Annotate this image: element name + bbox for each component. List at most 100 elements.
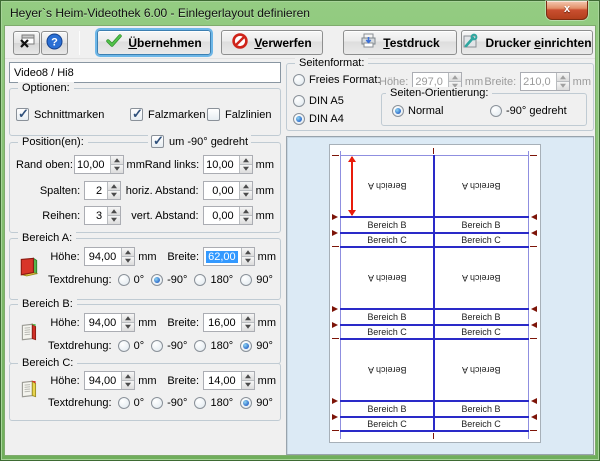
spinner-buttons[interactable]	[238, 182, 252, 199]
seiten-breite-input: 210,0	[520, 72, 570, 91]
mm-unit: mm	[138, 250, 157, 263]
fold-mark	[332, 414, 338, 420]
discard-button[interactable]: Verwerfen	[221, 30, 323, 55]
mm-unit: mm	[257, 250, 276, 263]
radio-0deg[interactable]: 0°	[117, 397, 144, 409]
spinner-buttons[interactable]	[238, 156, 252, 173]
apply-button[interactable]: Übernehmen	[97, 30, 211, 55]
radio-0deg[interactable]: 0°	[117, 340, 144, 352]
falzmarken-checkbox[interactable]	[130, 106, 143, 122]
testprint-label: Testdruck	[383, 35, 440, 50]
spalten-input[interactable]: 2	[84, 181, 122, 200]
radio-freies-format[interactable]: Freies Format:	[293, 74, 381, 86]
radio-90deg[interactable]: 90°	[240, 274, 273, 286]
radio-180deg[interactable]: 180°	[194, 397, 233, 409]
bereich-c-breite-input[interactable]: 14,00	[203, 371, 255, 390]
schnittmarken-checkbox[interactable]	[16, 106, 29, 122]
seitenformat-legend: Seitenformat:	[295, 57, 369, 69]
block-icon	[232, 33, 249, 52]
radio-0deg[interactable]: 0°	[117, 274, 144, 286]
fold-mark	[531, 214, 537, 220]
spinner-buttons[interactable]	[240, 372, 254, 389]
mm-unit: mm	[255, 158, 274, 171]
checkbox-falzlinien[interactable]: Falzlinien	[207, 108, 271, 121]
spinner-buttons[interactable]	[240, 314, 254, 331]
rand-links-input[interactable]: 10,00	[203, 155, 253, 174]
spalten-label: Spalten:	[39, 184, 81, 197]
radio-minus90-gedreht[interactable]: -90° gedreht	[490, 105, 567, 117]
preview-area-b: Bereich B	[461, 312, 501, 322]
spinner-buttons[interactable]	[107, 182, 121, 199]
testprint-button[interactable]: Testdruck	[343, 30, 457, 55]
rand-oben-input[interactable]: 10,00	[74, 155, 124, 174]
checkbox-schnittmarken[interactable]: Schnittmarken	[16, 106, 104, 122]
bereich-b-hoehe-input[interactable]: 94,00	[83, 313, 136, 332]
cut-mark	[530, 338, 537, 339]
radio-180deg[interactable]: 180°	[194, 340, 233, 352]
mm-unit: mm	[138, 316, 157, 329]
preview-area-c: Bereich C	[461, 327, 501, 337]
spinner-buttons[interactable]	[121, 248, 135, 265]
reihen-input[interactable]: 3	[84, 206, 122, 225]
discard-label: Verwerfen	[254, 35, 312, 50]
cut-mark	[433, 148, 434, 154]
falzlinien-checkbox[interactable]	[207, 108, 220, 121]
radio-normal[interactable]: Normal	[392, 105, 443, 117]
help-button[interactable]: ?	[41, 31, 68, 55]
din-a5-label: DIN A5	[309, 95, 344, 107]
spinner-buttons[interactable]	[121, 314, 135, 331]
radio-90deg[interactable]: 90°	[240, 340, 273, 352]
close-button[interactable]: x	[546, 1, 588, 20]
optionen-group: Optionen: Schnittmarken Falzmarken Falzl…	[9, 82, 281, 136]
fold-mark	[332, 306, 338, 312]
breite-label: Breite:	[167, 374, 200, 387]
dialog-content: ? Übernehmen Verwerfen Testdruck Drucker…	[4, 25, 596, 456]
fold-mark	[531, 322, 537, 328]
fold-mark	[332, 230, 338, 236]
spinner-buttons[interactable]	[109, 156, 123, 173]
window-title: Heyer`s Heim-Videothek 6.00 - Einlegerla…	[10, 5, 310, 20]
radio-din-a4[interactable]: DIN A4	[293, 113, 344, 125]
printer-setup-label: Drucker einrichten	[485, 35, 592, 50]
horiz-abstand-input[interactable]: 0,00	[202, 181, 253, 200]
preview-page: Bereich A Bereich A Bereich B Bereich B …	[329, 144, 541, 443]
mm-unit: mm	[126, 158, 145, 171]
layout-name-input[interactable]	[9, 62, 281, 83]
textdrehung-label: Textdrehung:	[48, 274, 112, 286]
printer-setup-button[interactable]: Drucker einrichten	[461, 30, 593, 55]
breite-label: Breite:	[167, 316, 200, 329]
spinner-buttons[interactable]	[240, 248, 254, 265]
bereich-a-breite-input[interactable]: 62,00	[203, 247, 255, 266]
bereich-c-hoehe-input[interactable]: 94,00	[83, 371, 136, 390]
preview-area-c: Bereich C	[367, 235, 407, 245]
radio-180deg[interactable]: 180°	[194, 274, 233, 286]
seiten-breite-label: Breite:	[484, 75, 517, 88]
checkbox-falzmarken[interactable]: Falzmarken	[130, 106, 205, 122]
radio-minus90deg[interactable]: -90°	[151, 340, 187, 352]
radio-90deg[interactable]: 90°	[240, 397, 273, 409]
radio-din-a5[interactable]: DIN A5	[293, 95, 344, 107]
spinner-buttons[interactable]	[107, 207, 121, 224]
printer-icon	[360, 33, 377, 52]
spinner-buttons[interactable]	[238, 207, 252, 224]
exit-button[interactable]	[13, 31, 40, 55]
radio-minus90deg[interactable]: -90°	[151, 397, 187, 409]
rotated-checkbox-row[interactable]: um -90° gedreht	[148, 133, 251, 149]
bereich-a-hoehe-input[interactable]: 94,00	[83, 247, 136, 266]
mm-unit: mm	[257, 316, 276, 329]
vert-abstand-label: vert. Abstand:	[131, 209, 199, 222]
rotated-minus90-label: um -90° gedreht	[169, 135, 248, 148]
rand-links-label: Rand links:	[144, 158, 200, 171]
check-icon	[106, 34, 123, 51]
fold-mark	[332, 398, 338, 404]
bereich-b-breite-input[interactable]: 16,00	[203, 313, 255, 332]
din-a4-label: DIN A4	[309, 113, 344, 125]
rotated-minus90-checkbox[interactable]	[151, 133, 164, 149]
radio-minus90deg[interactable]: -90°	[151, 274, 187, 286]
vert-abstand-input[interactable]: 0,00	[202, 206, 253, 225]
toolbar-separator	[79, 31, 80, 55]
preview-area-a: Bereich A	[461, 365, 501, 375]
freies-format-label: Freies Format:	[309, 74, 381, 86]
title-bar[interactable]: Heyer`s Heim-Videothek 6.00 - Einlegerla…	[0, 0, 600, 25]
spinner-buttons[interactable]	[121, 372, 135, 389]
